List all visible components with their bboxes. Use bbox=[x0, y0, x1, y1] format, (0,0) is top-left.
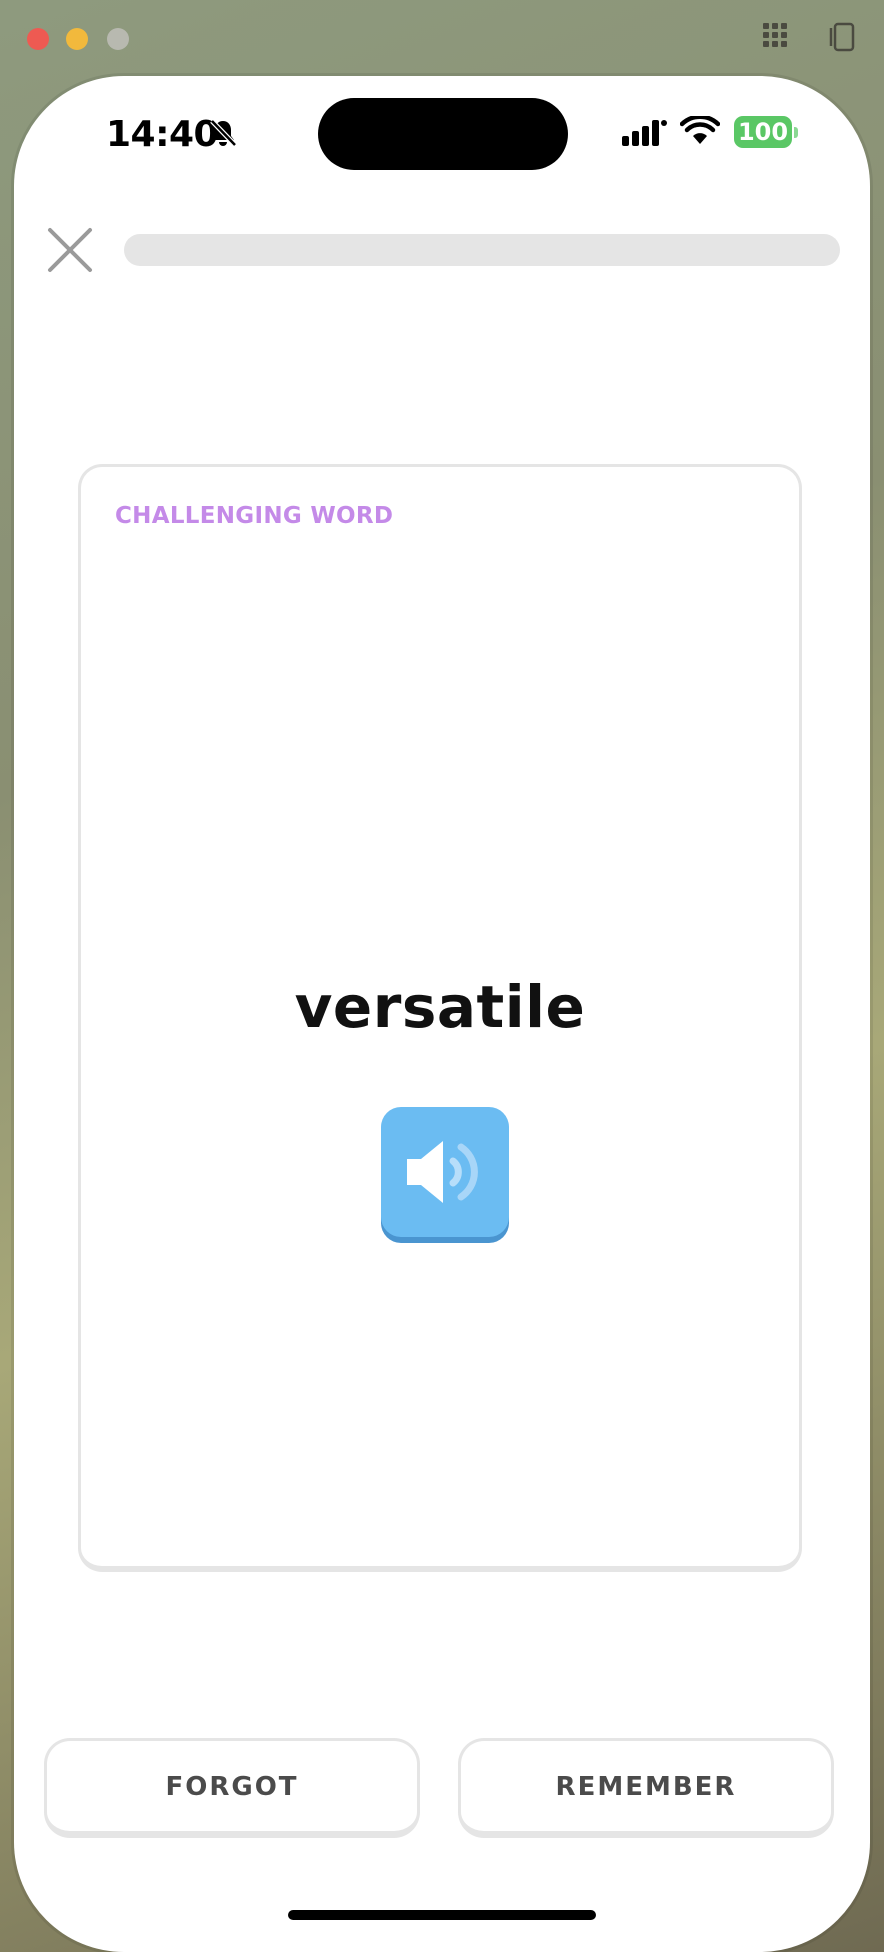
close-icon bbox=[48, 228, 92, 272]
window-zoom-dot[interactable] bbox=[107, 28, 129, 50]
phone-screen: 14:40 100 CHALLENGING WORD versatile FOR… bbox=[14, 76, 870, 1952]
flashcard: CHALLENGING WORD versatile bbox=[78, 464, 802, 1572]
card-tag-label: CHALLENGING WORD bbox=[115, 503, 394, 529]
remember-button[interactable]: REMEMBER bbox=[458, 1738, 834, 1838]
grid-icon[interactable] bbox=[762, 22, 788, 52]
forgot-button[interactable]: FORGOT bbox=[44, 1738, 420, 1838]
play-audio-button[interactable] bbox=[381, 1107, 509, 1237]
speaker-icon bbox=[407, 1141, 478, 1203]
dynamic-island bbox=[318, 98, 568, 170]
window-close-dot[interactable] bbox=[27, 28, 49, 50]
lesson-progress-bar bbox=[124, 234, 840, 266]
cellular-signal-icon bbox=[622, 118, 668, 150]
wifi-icon bbox=[679, 114, 721, 150]
status-time: 14:40 bbox=[106, 114, 219, 155]
battery-tip bbox=[794, 127, 798, 138]
home-indicator bbox=[288, 1910, 596, 1920]
rotate-device-icon[interactable] bbox=[828, 22, 856, 56]
card-word: versatile bbox=[294, 973, 586, 1041]
battery-indicator: 100 bbox=[734, 116, 792, 148]
window-minimize-dot[interactable] bbox=[66, 28, 88, 50]
close-button[interactable] bbox=[44, 224, 96, 276]
bell-muted-icon bbox=[208, 118, 238, 152]
